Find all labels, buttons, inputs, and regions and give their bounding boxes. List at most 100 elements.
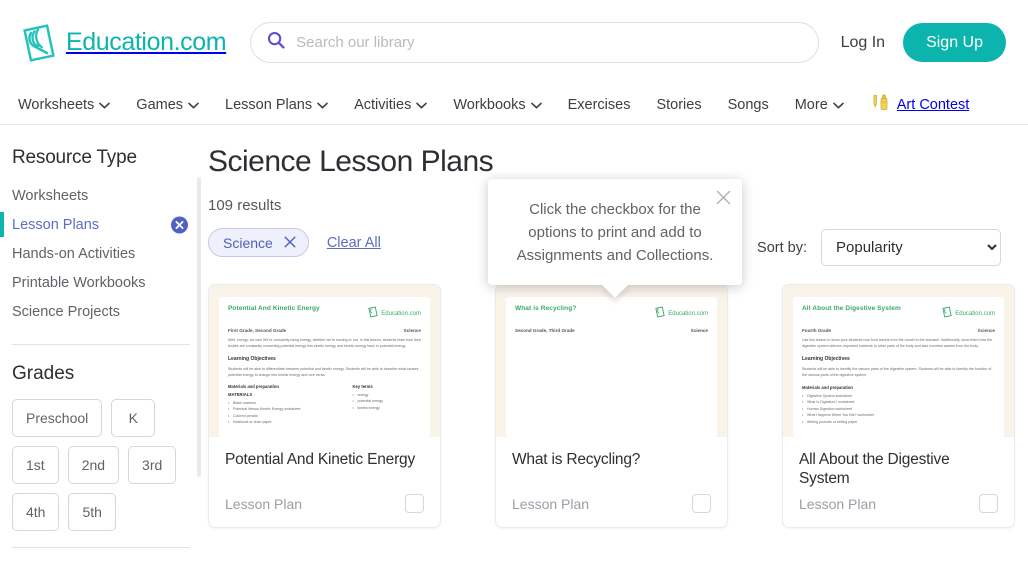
lesson-plan-preview: Potential And Kinetic Energy Education.c… bbox=[219, 297, 430, 437]
grade-chip-2nd[interactable]: 2nd bbox=[67, 446, 120, 484]
main-nav: Worksheets Games Lesson Plans Activities… bbox=[0, 85, 1028, 125]
nav-item-lesson-plans[interactable]: Lesson Plans bbox=[225, 97, 328, 113]
login-link[interactable]: Log In bbox=[841, 34, 885, 52]
clear-all-link[interactable]: Clear All bbox=[327, 235, 381, 251]
sort-label: Sort by: bbox=[757, 239, 807, 256]
list-item: kinetic energy bbox=[352, 405, 421, 412]
card-footer: Lesson Plan bbox=[225, 494, 424, 513]
close-icon[interactable] bbox=[716, 190, 731, 205]
sidebar-item-science-projects[interactable]: Science Projects bbox=[12, 297, 204, 326]
grade-chip-preschool[interactable]: Preschool bbox=[12, 399, 103, 437]
nav-item-exercises[interactable]: Exercises bbox=[568, 97, 631, 113]
preview-materials-heading: Materials and preparation bbox=[228, 383, 279, 389]
search-box[interactable] bbox=[250, 22, 819, 63]
chevron-down-icon bbox=[416, 97, 428, 113]
preview-brand: Education.com bbox=[367, 305, 421, 323]
preview-brand-text: Education.com bbox=[955, 311, 995, 317]
preview-terms-col: Key terms energy potential energy kineti… bbox=[352, 384, 421, 426]
sidebar-item-worksheets[interactable]: Worksheets bbox=[12, 181, 204, 210]
nav-item-worksheets[interactable]: Worksheets bbox=[18, 97, 111, 113]
tooltip-arrow bbox=[601, 284, 629, 299]
result-card[interactable]: Potential And Kinetic Energy Education.c… bbox=[208, 284, 441, 528]
filter-sidebar: Resource Type Worksheets Lesson Plans Ha… bbox=[0, 125, 204, 578]
preview-intro: Well, energy, we can! We're constantly u… bbox=[228, 338, 421, 348]
card-type-label: Lesson Plan bbox=[799, 495, 877, 512]
nav-item-workbooks[interactable]: Workbooks bbox=[453, 96, 542, 113]
nav-item-stories[interactable]: Stories bbox=[656, 97, 701, 113]
search-input[interactable] bbox=[296, 34, 802, 51]
chevron-down-icon bbox=[317, 97, 328, 113]
results-main: Science Lesson Plans 109 results Science… bbox=[204, 125, 1028, 578]
sidebar-item-label: Worksheets bbox=[12, 187, 89, 204]
grade-chip-k[interactable]: K bbox=[111, 399, 156, 437]
site-logo[interactable]: Education.com bbox=[18, 22, 227, 64]
result-card[interactable]: What is Recycling? Education.com Second … bbox=[495, 284, 728, 528]
card-type-label: Lesson Plan bbox=[225, 495, 303, 512]
card-select-checkbox[interactable] bbox=[405, 494, 424, 513]
close-x-icon[interactable] bbox=[284, 235, 296, 251]
preview-subject: Science bbox=[977, 328, 995, 333]
grade-chip-4th[interactable]: 4th bbox=[12, 493, 60, 531]
preview-materials-heading: Materials and preparation bbox=[802, 384, 853, 390]
page-body: Resource Type Worksheets Lesson Plans Ha… bbox=[0, 125, 1028, 578]
preview-columns: Materials and preparation MATERIALS Blan… bbox=[228, 384, 421, 426]
card-body: What is Recycling? Lesson Plan bbox=[496, 437, 727, 527]
education-paperclip-logo-icon bbox=[654, 305, 666, 323]
preview-materials-list: Blank markers Potential Versus Kinetic E… bbox=[228, 400, 338, 426]
grade-chip-1st[interactable]: 1st bbox=[12, 446, 59, 484]
sidebar-item-label: Hands-on Activities bbox=[12, 245, 136, 262]
preview-header: Potential And Kinetic Energy Education.c… bbox=[228, 305, 421, 323]
nav-label: More bbox=[794, 96, 828, 113]
preview-objectives: Students will be able to differentiate b… bbox=[228, 366, 419, 377]
preview-title: All About the Digestive System bbox=[802, 305, 901, 312]
grades-chip-grid: Preschool K 1st 2nd 3rd 4th 5th bbox=[12, 399, 188, 531]
nav-item-more[interactable]: More bbox=[795, 97, 844, 113]
preview-title: Potential And Kinetic Energy bbox=[228, 305, 320, 312]
sort-select[interactable]: Popularity Most Recent A-Z Grade bbox=[821, 229, 1001, 266]
remove-filter-icon[interactable] bbox=[171, 216, 188, 233]
preview-objectives-heading: Learning Objectives bbox=[802, 355, 850, 362]
card-select-checkbox[interactable] bbox=[692, 494, 711, 513]
chevron-down-icon bbox=[99, 97, 111, 113]
result-card[interactable]: All About the Digestive System Education… bbox=[782, 284, 1015, 528]
sidebar-item-label: Printable Workbooks bbox=[12, 274, 146, 291]
nav-item-games[interactable]: Games bbox=[136, 97, 199, 113]
nav-label: Lesson Plans bbox=[225, 96, 313, 113]
card-title: What is Recycling? bbox=[512, 451, 641, 468]
nav-item-art-contest[interactable]: Art Contest bbox=[870, 93, 970, 117]
card-thumbnail: Potential And Kinetic Energy Education.c… bbox=[209, 285, 440, 437]
preview-objectives: Students will be able to identify the va… bbox=[802, 366, 992, 377]
sidebar-item-hands-on-activities[interactable]: Hands-on Activities bbox=[12, 239, 204, 268]
preview-grades: First Grade, Second Grade bbox=[228, 328, 287, 333]
sidebar-item-lesson-plans[interactable]: Lesson Plans bbox=[0, 210, 204, 239]
filter-chip-science[interactable]: Science bbox=[208, 228, 309, 257]
grade-chip-5th[interactable]: 5th bbox=[68, 493, 116, 531]
signup-button[interactable]: Sign Up bbox=[903, 23, 1006, 62]
preview-header: All About the Digestive System Education… bbox=[802, 305, 995, 323]
nav-label: Activities bbox=[354, 96, 412, 113]
preview-intro: Use this lesson to show your students ho… bbox=[802, 338, 993, 348]
sidebar-divider bbox=[12, 344, 190, 345]
card-type-label: Lesson Plan bbox=[512, 495, 590, 512]
art-contest-label: Art Contest bbox=[896, 96, 970, 113]
preview-header: What is Recycling? Education.com bbox=[515, 305, 708, 323]
preview-brand: Education.com bbox=[941, 305, 995, 323]
card-thumbnail: All About the Digestive System Education… bbox=[783, 285, 1014, 437]
chevron-down-icon bbox=[188, 97, 199, 113]
card-select-checkbox[interactable] bbox=[979, 494, 998, 513]
filter-chip-label: Science bbox=[223, 234, 273, 251]
education-paperclip-logo-icon bbox=[18, 22, 60, 64]
sidebar-item-printable-workbooks[interactable]: Printable Workbooks bbox=[12, 268, 204, 297]
page-title: Science Lesson Plans bbox=[208, 145, 494, 178]
resource-type-heading: Resource Type bbox=[12, 147, 137, 168]
sidebar-scrollbar[interactable] bbox=[197, 177, 201, 477]
sidebar-item-label: Lesson Plans bbox=[12, 216, 100, 233]
grade-chip-3rd[interactable]: 3rd bbox=[128, 446, 177, 484]
nav-label: Workbooks bbox=[453, 96, 526, 113]
nav-item-activities[interactable]: Activities bbox=[354, 96, 428, 113]
preview-materials-sub: MATERIALS bbox=[228, 391, 253, 397]
tooltip-text: Click the checkbox for the options to pr… bbox=[516, 201, 714, 264]
list-item: Writing journals or writing paper bbox=[802, 419, 995, 426]
nav-item-songs[interactable]: Songs bbox=[728, 97, 769, 113]
search-icon bbox=[267, 31, 285, 54]
